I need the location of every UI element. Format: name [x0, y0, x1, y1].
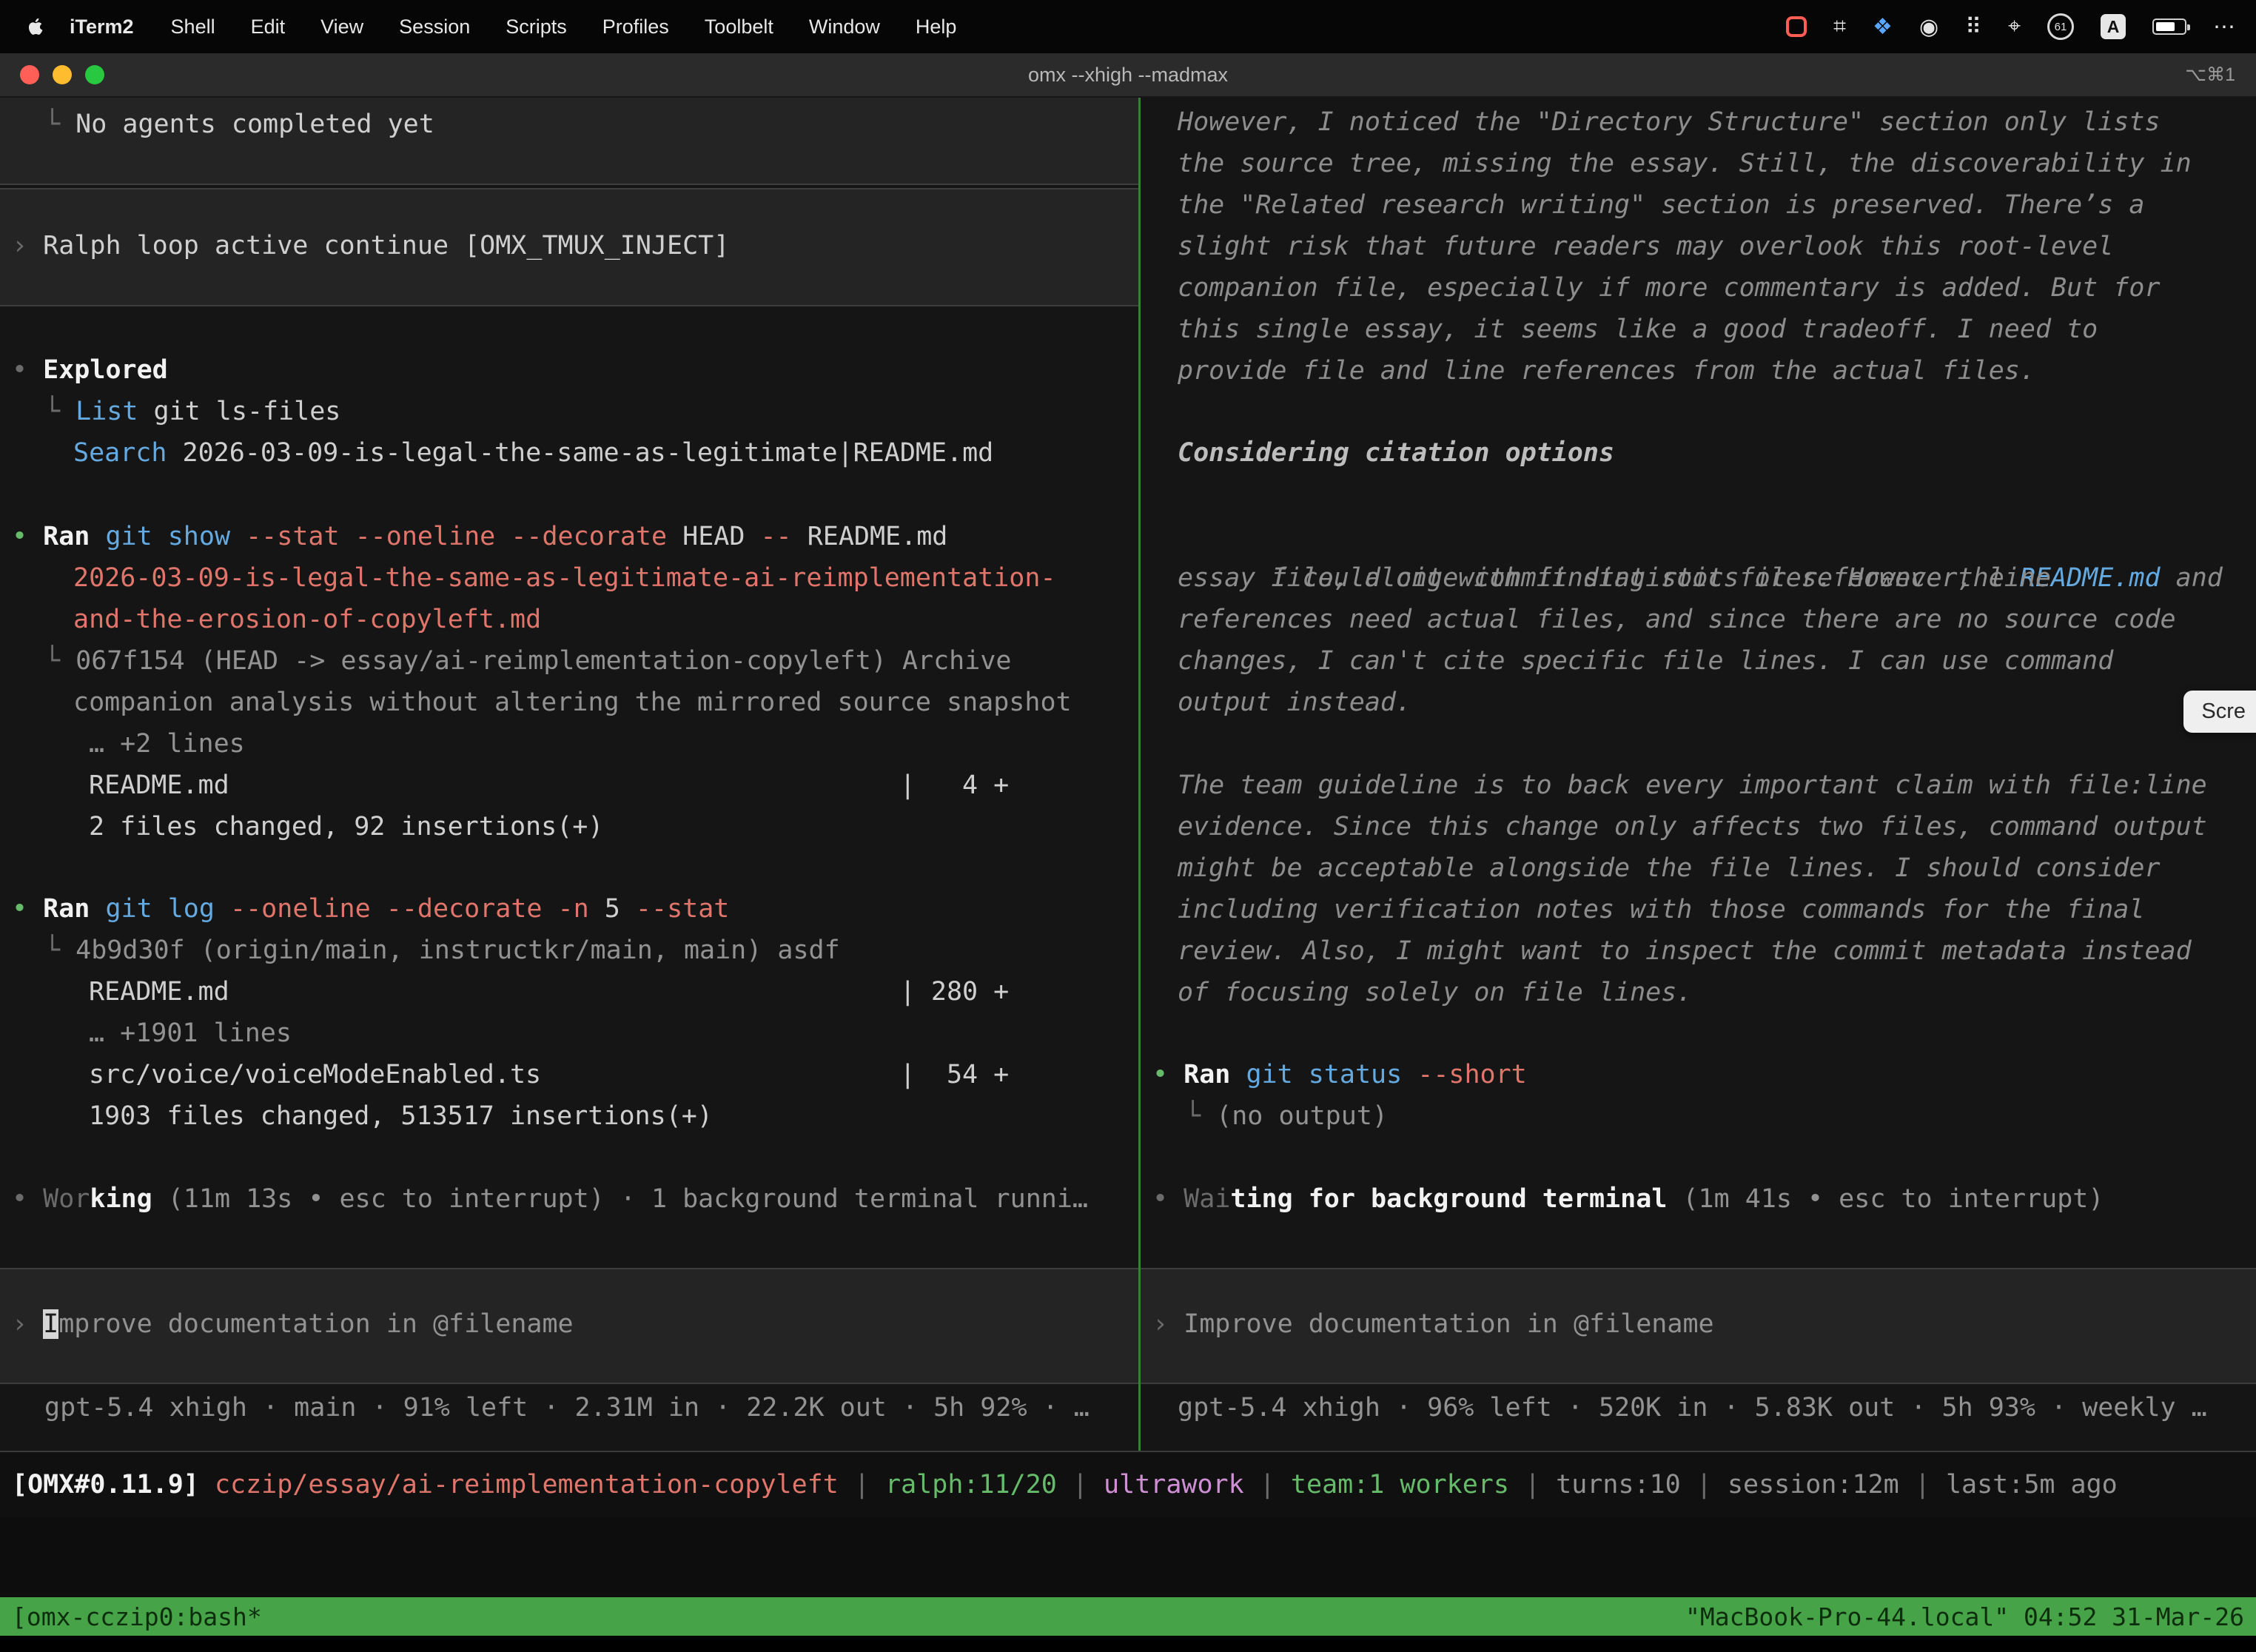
explored-search-line: Search 2026-03-09-is-legal-the-same-as-l… — [0, 432, 1138, 474]
reasoning-line: the "Related research writing" section i… — [1141, 184, 2256, 226]
agents-status-line: └ No agents completed yet — [0, 104, 1138, 145]
input-source-icon[interactable]: A — [2101, 14, 2126, 39]
menu-help[interactable]: Help — [898, 16, 975, 38]
reasoning-line: output instead. — [1141, 682, 2256, 723]
apple-logo-icon — [26, 17, 45, 36]
window-shortcut-badge: ⌥⌘1 — [2185, 64, 2235, 86]
close-window-button[interactable] — [20, 65, 39, 84]
agents-panel: └ No agents completed yet — [0, 98, 1138, 185]
left-prompt-panel[interactable]: › Improve documentation in @filename — [0, 1268, 1138, 1384]
reasoning-line: references need actual files, and since … — [1141, 599, 2256, 640]
tmux-statusbar: [omx-cczip0:bash* "MacBook-Pro-44.local"… — [0, 1597, 2256, 1636]
reasoning-line: including verification notes with those … — [1141, 889, 2256, 930]
ralph-loop-banner: › Ralph loop active continue [OMX_TMUX_I… — [0, 188, 1138, 306]
left-prompt-input[interactable]: › Improve documentation in @filename — [0, 1303, 1138, 1345]
battery-fill — [2156, 22, 2175, 31]
tmux-host-clock: "MacBook-Pro-44.local" 04:52 31-Mar-26 — [1685, 1602, 2244, 1631]
reasoning-line: I could cite commit statistics or refere… — [1141, 516, 2256, 557]
reasoning-line: this single essay, it seems like a good … — [1141, 309, 2256, 350]
app-grid-icon[interactable]: ⠿ — [1965, 14, 1981, 40]
git-show-filename-2: and-the-erosion-of-copyleft.md — [0, 599, 1138, 640]
minimize-window-button[interactable] — [53, 65, 72, 84]
menu-scripts[interactable]: Scripts — [488, 16, 585, 38]
working-status-line: • Working (11m 13s • esc to interrupt) ·… — [0, 1178, 1138, 1220]
reasoning-line: companion file, especially if more comme… — [1141, 267, 2256, 309]
menu-toolbelt[interactable]: Toolbelt — [687, 16, 791, 38]
reasoning-line: changes, I can't cite specific file line… — [1141, 640, 2256, 682]
command-git-status: • Ran git status --short — [1141, 1054, 2256, 1095]
reasoning-line: The team guideline is to back every impo… — [1141, 765, 2256, 806]
git-log-commit-line: └ 4b9d30f (origin/main, instructkr/main,… — [0, 930, 1138, 971]
grid-icon[interactable]: ⌗ — [1833, 14, 1846, 39]
bottom-gap — [0, 1517, 2256, 1597]
reasoning-line: However, I noticed the "Directory Struct… — [1141, 101, 2256, 143]
bottom-strip — [0, 1636, 2256, 1652]
window-titlebar: omx --xhigh --madmax ⌥⌘1 — [0, 53, 2256, 98]
ralph-loop-line: › Ralph loop active continue [OMX_TMUX_I… — [0, 225, 1138, 266]
menu-shell[interactable]: Shell — [153, 16, 233, 38]
git-show-commit-line: └ 067f154 (HEAD -> essay/ai-reimplementa… — [0, 640, 1138, 682]
menu-profiles[interactable]: Profiles — [585, 16, 687, 38]
git-show-commit-line-2: companion analysis without altering the … — [0, 682, 1138, 723]
menu-session[interactable]: Session — [381, 16, 488, 38]
menu-view[interactable]: View — [303, 16, 381, 38]
battery-gauge-icon[interactable]: 61 — [2047, 13, 2074, 40]
left-agent-pane[interactable]: └ No agents completed yet › Ralph loop a… — [0, 98, 1138, 1451]
menu-app-name[interactable]: iTerm2 — [50, 16, 153, 38]
apple-menu[interactable] — [21, 17, 50, 36]
git-log-stat-voice: src/voice/voiceModeEnabled.ts | 54 + — [0, 1054, 1138, 1095]
right-agent-pane[interactable]: However, I noticed the "Directory Struct… — [1141, 98, 2256, 1451]
git-log-summary: 1903 files changed, 513517 insertions(+) — [0, 1095, 1138, 1137]
reasoning-line: slight risk that future readers may over… — [1141, 226, 2256, 267]
git-show-filename-1: 2026-03-09-is-legal-the-same-as-legitima… — [0, 557, 1138, 599]
screen-share-chip[interactable]: Scre — [2183, 691, 2256, 733]
blue-app-icon[interactable]: ❖ — [1873, 14, 1893, 40]
menu-edit[interactable]: Edit — [233, 16, 303, 38]
right-model-statusline: gpt-5.4 xhigh · 96% left · 520K in · 5.8… — [1141, 1387, 2256, 1428]
right-prompt-panel[interactable]: › Improve documentation in @filename — [1141, 1268, 2256, 1384]
explored-header: • Explored — [0, 349, 1138, 391]
omx-session-line: [OMX#0.11.9] cczip/essay/ai-reimplementa… — [12, 1464, 2118, 1505]
tmux-window-name[interactable]: [omx-cczip0:bash* — [12, 1602, 262, 1631]
reasoning-line: might be acceptable alongside the file l… — [1141, 847, 2256, 889]
zoom-window-button[interactable] — [85, 65, 104, 84]
omx-session-bar: [OMX#0.11.9] cczip/essay/ai-reimplementa… — [0, 1451, 2256, 1517]
explored-list-line: └ List git ls-files — [0, 391, 1138, 432]
git-log-stat-readme: README.md | 280 + — [0, 971, 1138, 1013]
command-git-log: • Ran git log --oneline --decorate -n 5 … — [0, 888, 1138, 930]
battery-icon[interactable] — [2152, 19, 2186, 35]
right-prompt-input[interactable]: › Improve documentation in @filename — [1141, 1303, 2256, 1345]
git-log-more-lines: … +1901 lines — [0, 1013, 1138, 1054]
git-show-more-lines: … +2 lines — [0, 723, 1138, 765]
reasoning-line: of focusing solely on file lines. — [1141, 972, 2256, 1013]
reasoning-line: review. Also, I might want to inspect th… — [1141, 930, 2256, 972]
reasoning-line: evidence. Since this change only affects… — [1141, 806, 2256, 847]
window-title: omx --xhigh --madmax — [0, 64, 2256, 87]
reasoning-heading: Considering citation options — [1141, 432, 2256, 474]
menu-window[interactable]: Window — [791, 16, 898, 38]
git-show-summary: 2 files changed, 92 insertions(+) — [0, 806, 1138, 847]
waiting-status-line: • Waiting for background terminal (1m 41… — [1141, 1178, 2256, 1220]
target-icon[interactable]: ⌖ — [2008, 14, 2021, 39]
terminal-content: └ No agents completed yet › Ralph loop a… — [0, 98, 2256, 1451]
git-status-output: └ (no output) — [1141, 1095, 2256, 1137]
git-show-stat-readme: README.md | 4 + — [0, 765, 1138, 806]
command-git-show: • Ran git show --stat --oneline --decora… — [0, 516, 1138, 557]
circle-app-icon[interactable]: ◉ — [1919, 14, 1938, 40]
reasoning-line: the source tree, missing the essay. Stil… — [1141, 143, 2256, 184]
overflow-icon[interactable]: ⋯ — [2213, 14, 2235, 40]
screen-recording-icon[interactable] — [1786, 16, 1807, 37]
reasoning-line: provide file and line references from th… — [1141, 350, 2256, 392]
left-model-statusline: gpt-5.4 xhigh · main · 91% left · 2.31M … — [0, 1387, 1138, 1428]
reasoning-text: and — [2161, 563, 2223, 593]
macos-menubar: iTerm2 Shell Edit View Session Scripts P… — [0, 0, 2256, 53]
